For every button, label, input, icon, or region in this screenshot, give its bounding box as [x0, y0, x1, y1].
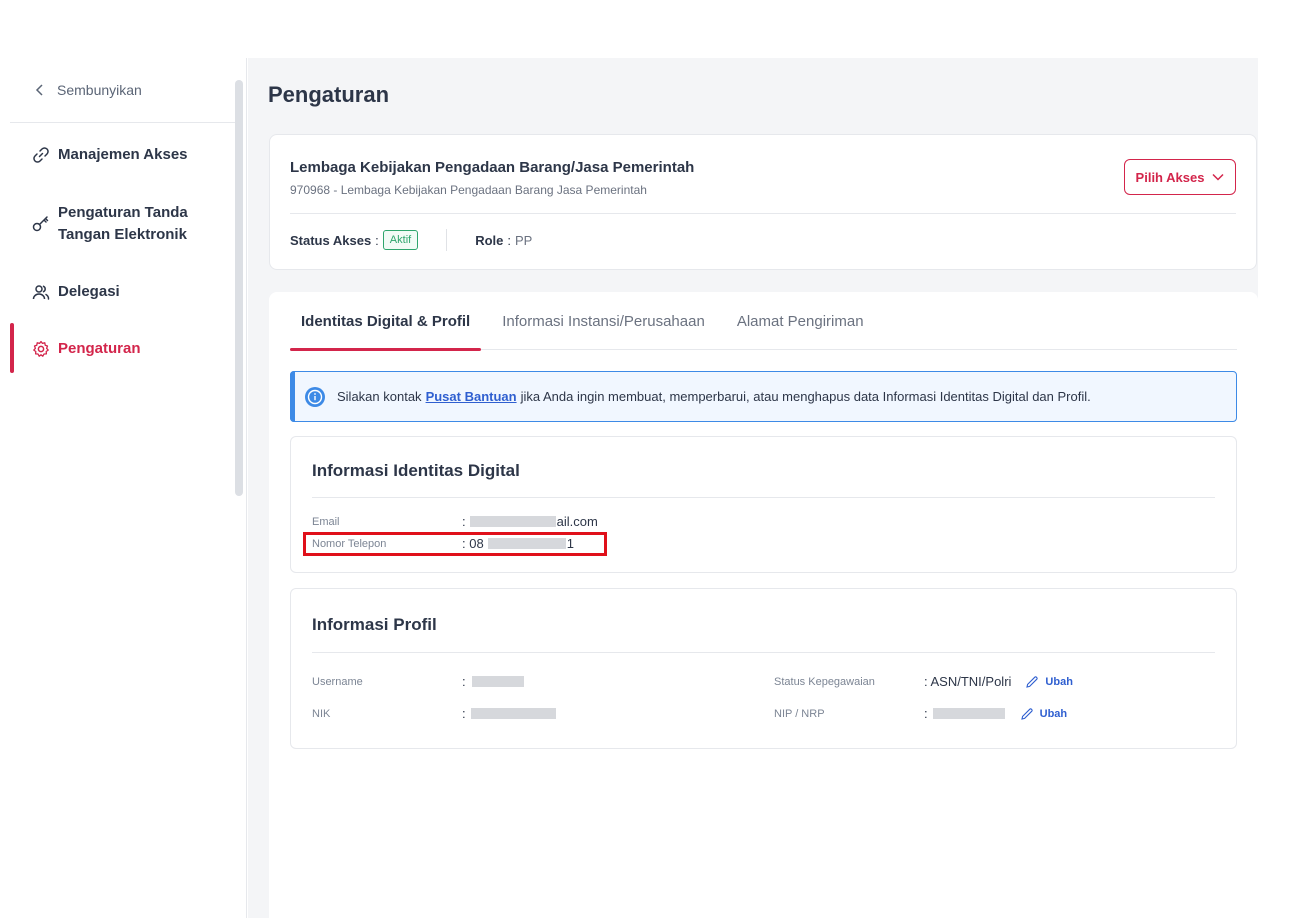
- info-alert: Silakan kontak Pusat Bantuan jika Anda i…: [290, 371, 1237, 422]
- users-icon: [32, 285, 50, 300]
- profile-card: Informasi Profil Username : NIK : Status…: [290, 588, 1237, 749]
- status-akses-label: Status Akses: [290, 232, 372, 248]
- redacted-block: [932, 708, 1005, 719]
- colon: :: [924, 706, 928, 721]
- tab-informasi-instansi[interactable]: Informasi Instansi/Perusahaan: [491, 292, 716, 350]
- pilih-akses-label: Pilih Akses: [1135, 169, 1205, 185]
- hide-sidebar-label: Sembunyikan: [57, 82, 142, 98]
- main-content: Pengaturan Lembaga Kebijakan Pengadaan B…: [248, 58, 1258, 918]
- page-title: Pengaturan: [268, 82, 390, 107]
- highlight-box: [303, 532, 607, 556]
- email-suffix: ail.com: [556, 514, 598, 529]
- sidebar-item-tanda-tangan[interactable]: Pengaturan Tanda Tangan Elektronik: [32, 202, 202, 246]
- alert-text-after: jika Anda ingin membuat, memperbarui, at…: [520, 389, 1091, 404]
- colon: :: [375, 232, 379, 248]
- pilih-akses-button[interactable]: Pilih Akses: [1124, 159, 1236, 195]
- email-label: Email: [312, 516, 340, 528]
- org-name: Lembaga Kebijakan Pengadaan Barang/Jasa …: [290, 159, 695, 176]
- key-icon: [32, 216, 49, 232]
- sidebar-item-label: Delegasi: [58, 283, 120, 300]
- divider: [290, 213, 1236, 214]
- username-label: Username: [312, 676, 363, 688]
- sidebar-item-label: Manajemen Akses: [58, 146, 188, 163]
- info-icon: [305, 386, 325, 407]
- gear-icon: [33, 340, 49, 357]
- status-badge: Aktif: [382, 230, 419, 250]
- tab-alamat-pengiriman[interactable]: Alamat Pengiriman: [726, 292, 875, 350]
- colon: :: [507, 232, 511, 248]
- divider: [446, 229, 448, 251]
- ubah-label: Ubah: [1045, 675, 1073, 688]
- ubah-label: Ubah: [1039, 707, 1068, 720]
- colon: :: [462, 706, 466, 721]
- ubah-status-button[interactable]: Ubah: [1025, 675, 1073, 689]
- profile-title: Informasi Profil: [312, 615, 437, 634]
- email-value: : ail.com: [462, 514, 598, 529]
- org-card: Lembaga Kebijakan Pengadaan Barang/Jasa …: [269, 134, 1257, 270]
- sidebar-item-manajemen-akses[interactable]: Manajemen Akses: [32, 144, 188, 166]
- chevron-left-icon: [35, 84, 43, 96]
- org-subtitle: 970968 - Lembaga Kebijakan Pengadaan Bar…: [290, 183, 647, 197]
- sidebar-item-label: Pengaturan: [58, 340, 141, 357]
- pencil-icon: [1026, 675, 1039, 688]
- ubah-nip-button[interactable]: Ubah: [1020, 707, 1068, 721]
- role-label: Role: [475, 232, 504, 248]
- divider: [312, 497, 1215, 498]
- tab-bar: Identitas Digital & Profil Informasi Ins…: [290, 292, 1237, 351]
- nik-label: NIK: [312, 708, 331, 720]
- status-row: Status Akses : Aktif Role : PP: [290, 229, 532, 251]
- hide-sidebar-button[interactable]: Sembunyikan: [10, 58, 235, 123]
- email-prefix: :: [462, 514, 466, 529]
- sidebar-item-label: Pengaturan Tanda Tangan Elektronik: [58, 204, 188, 243]
- active-indicator: [10, 323, 14, 373]
- status-kepegawaian-label: Status Kepegawaian: [774, 676, 875, 688]
- pencil-icon: [1020, 707, 1033, 720]
- chevron-down-icon: [1212, 173, 1224, 181]
- nip-value: : Ubah: [924, 706, 1067, 721]
- sidebar-scrollbar[interactable]: [235, 80, 243, 496]
- pusat-bantuan-link[interactable]: Pusat Bantuan: [426, 389, 517, 404]
- username-value: :: [462, 674, 525, 689]
- alert-text-before: Silakan kontak: [337, 389, 422, 404]
- content-card: Identitas Digital & Profil Informasi Ins…: [269, 292, 1258, 918]
- sidebar: Sembunyikan Manajemen Akses Pengaturan T…: [0, 58, 247, 918]
- nip-label: NIP / NRP: [774, 708, 825, 720]
- nik-value: :: [462, 706, 557, 721]
- sidebar-item-delegasi[interactable]: Delegasi: [32, 281, 120, 303]
- status-kepegawaian-value: : ASN/TNI/Polri Ubah: [924, 674, 1073, 689]
- status-kepegawaian-text: : ASN/TNI/Polri: [924, 674, 1012, 689]
- role-value: PP: [515, 232, 533, 248]
- redacted-block: [470, 708, 556, 719]
- identity-title: Informasi Identitas Digital: [312, 461, 520, 480]
- divider: [312, 652, 1215, 653]
- colon: :: [462, 674, 466, 689]
- sidebar-item-pengaturan[interactable]: Pengaturan: [32, 338, 141, 360]
- redacted-block: [471, 676, 524, 687]
- tab-identitas-digital[interactable]: Identitas Digital & Profil: [290, 292, 482, 351]
- link-icon: [33, 147, 49, 163]
- redacted-block: [469, 516, 556, 527]
